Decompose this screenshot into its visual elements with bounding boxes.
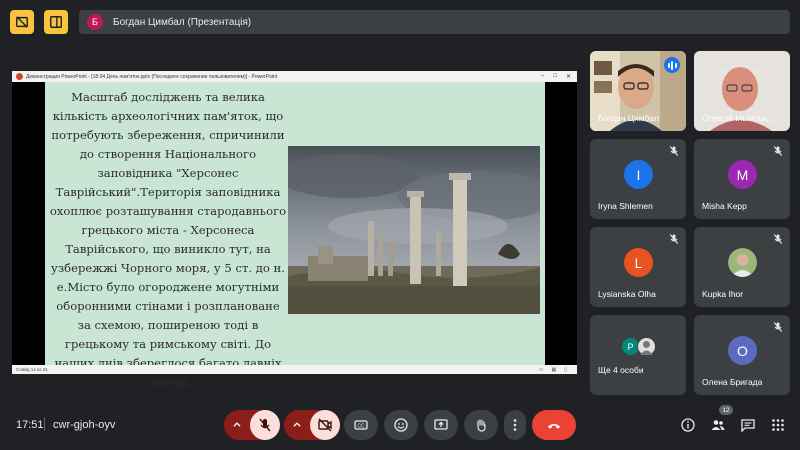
- mic-off-icon: [773, 234, 783, 244]
- mic-options-button[interactable]: [224, 410, 250, 440]
- mic-off-icon: [773, 322, 783, 332]
- mic-off-icon: [259, 418, 271, 432]
- mic-toggle-button[interactable]: [250, 410, 280, 440]
- slide-text: Масштаб досліджень та велика кількість а…: [49, 90, 287, 389]
- participant-name: Ще 4 особи: [598, 365, 644, 375]
- raise-hand-button[interactable]: [464, 410, 498, 440]
- meeting-code: cwr-gjoh-oyv: [53, 419, 116, 431]
- powerpoint-icon: [16, 73, 23, 80]
- slide: Масштаб досліджень та велика кількість а…: [45, 82, 545, 389]
- more-vertical-icon: [513, 419, 517, 431]
- mic-control-group: [224, 410, 280, 440]
- participant-avatar: M: [728, 160, 757, 189]
- camera-control-group: [284, 410, 340, 440]
- present-button[interactable]: [424, 410, 458, 440]
- reactions-button[interactable]: [384, 410, 418, 440]
- info-icon[interactable]: [680, 417, 696, 433]
- chevron-up-icon: [293, 422, 301, 427]
- participant-tile-more[interactable]: P Ще 4 особи: [590, 315, 686, 395]
- slide-counter: Слайд 14 из 21: [16, 367, 48, 372]
- mini-avatar-photo: [637, 337, 656, 356]
- participant-tile-kupka[interactable]: Kupka Ihor: [694, 227, 790, 307]
- camera-off-icon: [318, 418, 332, 432]
- mic-off-icon: [773, 146, 783, 156]
- maximize-icon: □: [553, 73, 557, 79]
- participant-tile-misha[interactable]: M Misha Kepp: [694, 139, 790, 219]
- chat-icon[interactable]: [740, 417, 756, 433]
- activities-icon[interactable]: [770, 417, 786, 433]
- leave-call-button[interactable]: [532, 410, 576, 440]
- participant-avatar: О: [728, 336, 757, 365]
- participant-tile-lysianska[interactable]: L Lysianska Olha: [590, 227, 686, 307]
- close-icon: ✕: [565, 74, 571, 80]
- participant-tile-oleksii[interactable]: Олексій Ільїнськ...: [694, 51, 790, 131]
- chevron-up-icon: [233, 422, 241, 427]
- camera-toggle-button[interactable]: [310, 410, 340, 440]
- mic-off-icon: [669, 146, 679, 156]
- participant-name: Олексій Ільїнськ...: [702, 113, 774, 123]
- people-count-badge: 12: [719, 405, 733, 415]
- layout-icon: [50, 16, 62, 28]
- closed-captions-icon: CC: [354, 420, 368, 430]
- svg-text:CC: CC: [357, 424, 365, 430]
- shared-screen: Демонстрация PowerPoint - [18.04 День па…: [12, 71, 577, 389]
- bottom-control-bar: 17:51 cwr-gjoh-oyv CC: [0, 400, 800, 450]
- present-screen-icon: [434, 419, 448, 430]
- participant-tile-iryna[interactable]: I Iryna Shlemen: [590, 139, 686, 219]
- hang-up-icon: [548, 424, 560, 429]
- powerpoint-statusbar: Слайд 14 из 21 ▭ ▦ ▯: [12, 365, 577, 374]
- hide-self-icon: [16, 16, 28, 28]
- more-options-button[interactable]: [504, 410, 526, 440]
- participant-name: Iryna Shlemen: [598, 201, 653, 211]
- participant-avatar: I: [624, 160, 653, 189]
- layout-button[interactable]: [44, 10, 68, 34]
- slide-photo-ruins: [288, 146, 540, 314]
- participant-name: Олена Бригада: [702, 377, 763, 387]
- hide-self-button[interactable]: [10, 10, 34, 34]
- emoji-icon: [394, 418, 408, 432]
- powerpoint-title: Демонстрация PowerPoint - [18.04 День па…: [26, 73, 278, 80]
- participant-name: Kupka Ihor: [702, 289, 744, 299]
- view-reading-icon: ▯: [564, 366, 567, 373]
- minimize-icon: –: [541, 73, 545, 79]
- meeting-clock: 17:51: [16, 419, 44, 431]
- participant-tile-olena[interactable]: О Олена Бригада: [694, 315, 790, 395]
- divider: [44, 417, 45, 431]
- hand-icon: [477, 419, 486, 432]
- participant-name: Богдан Цимбал: [598, 113, 659, 123]
- camera-options-button[interactable]: [284, 410, 310, 440]
- participant-avatar: L: [624, 248, 653, 277]
- participant-tile-bohdan[interactable]: Богдан Цимбал: [590, 51, 686, 131]
- presenter-label: Богдан Цимбал (Презентація): [113, 16, 252, 28]
- people-icon[interactable]: [710, 417, 726, 433]
- participant-name: Lysianska Olha: [598, 289, 656, 299]
- captions-button[interactable]: CC: [344, 410, 378, 440]
- participant-photo-avatar: [728, 248, 757, 277]
- view-normal-icon: ▭: [538, 366, 544, 373]
- powerpoint-titlebar: Демонстрация PowerPoint - [18.04 День па…: [12, 71, 577, 82]
- presenter-avatar: Б: [87, 14, 103, 30]
- speaking-indicator-icon: [664, 57, 680, 73]
- person-icon: [640, 341, 653, 355]
- mic-off-icon: [669, 234, 679, 244]
- view-sorter-icon: ▦: [551, 366, 557, 373]
- participant-name: Misha Kepp: [702, 201, 747, 211]
- presenter-banner: Б Богдан Цимбал (Презентація): [79, 10, 790, 34]
